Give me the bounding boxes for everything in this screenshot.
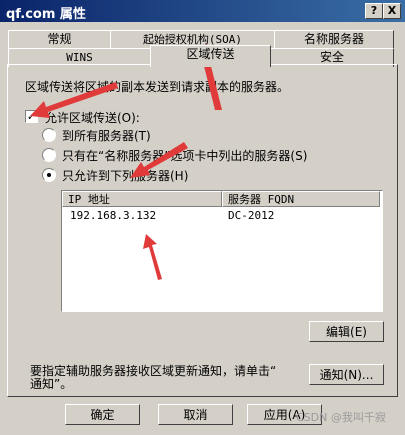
title-bar: qf.com 属性 ? X <box>0 0 405 22</box>
radio-selected-dot <box>47 173 51 177</box>
watermark: CSDN @我叫千寂 <box>296 411 386 424</box>
tab-zone-transfers[interactable]: 区域传送 <box>150 45 271 67</box>
window-title: qf.com 属性 <box>6 7 86 22</box>
tab-name-servers[interactable]: 名称服务器 <box>274 30 394 49</box>
notify-button[interactable]: 通知(N)... <box>309 364 384 385</box>
server-list[interactable]: IP 地址 服务器 FQDN 192.168.3.132 DC-2012 <box>61 190 383 312</box>
radio-listed-servers-label: 只允许到下列服务器(H) <box>62 169 189 183</box>
radio-all-servers-label: 到所有服务器(T) <box>62 129 151 143</box>
description-text: 区域传送将区域的副本发送到请求副本的服务器。 <box>25 80 290 94</box>
tab-general[interactable]: 常规 <box>8 30 111 49</box>
notify-text-line2: 通知”。 <box>30 377 73 391</box>
radio-listed-servers[interactable] <box>42 168 56 182</box>
radio-name-servers-label: 只有在“名称服务器”选项卡中列出的服务器(S) <box>62 149 308 163</box>
edit-button[interactable]: 编辑(E) <box>309 321 384 342</box>
allow-transfer-label: 允许区域传送(O): <box>45 111 140 125</box>
server-ip[interactable]: 192.168.3.132 <box>70 209 156 222</box>
radio-name-servers-only[interactable] <box>42 148 56 162</box>
close-button[interactable]: X <box>383 3 401 19</box>
radio-all-servers[interactable] <box>42 128 56 142</box>
help-button[interactable]: ? <box>365 3 383 19</box>
ok-button[interactable]: 确定 <box>65 404 140 425</box>
column-header-ip[interactable]: IP 地址 <box>62 191 222 207</box>
column-header-fqdn[interactable]: 服务器 FQDN <box>222 191 380 207</box>
cancel-button[interactable]: 取消 <box>158 404 233 425</box>
allow-transfer-checkbox[interactable]: ✓ <box>25 110 38 123</box>
server-fqdn[interactable]: DC-2012 <box>228 209 274 222</box>
